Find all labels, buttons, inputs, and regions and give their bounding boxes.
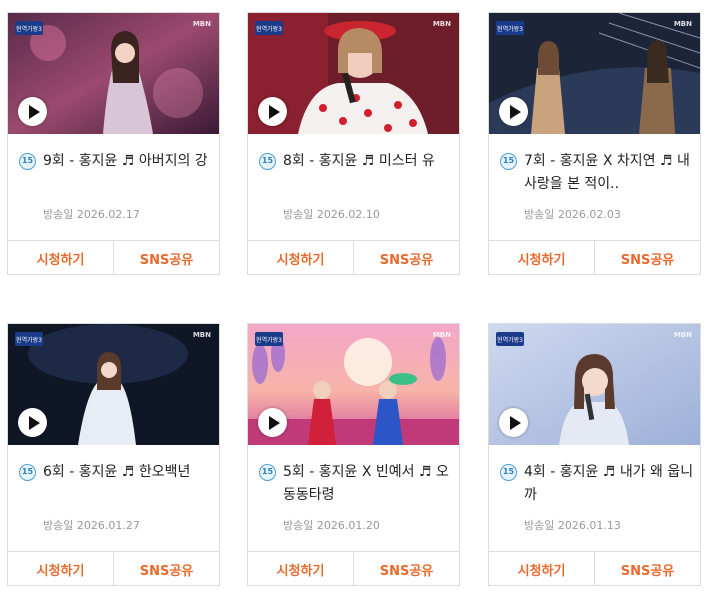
card-actions: 시청하기 SNS공유 xyxy=(8,551,219,586)
play-button[interactable] xyxy=(258,408,287,437)
svg-text:현역가왕3: 현역가왕3 xyxy=(16,25,42,33)
card-actions: 시청하기 SNS공유 xyxy=(248,240,459,275)
episode-card: 현역가왕3 MBN 15 8회 - 홍지윤 ♬ 미스터 유 방송일 2026.0… xyxy=(247,12,460,275)
age-rating-badge: 15 xyxy=(500,153,517,170)
age-rating-badge: 15 xyxy=(19,153,36,170)
svg-text:현역가왕3: 현역가왕3 xyxy=(256,336,282,344)
episode-title[interactable]: 9회 - 홍지윤 ♬ 아버지의 강 xyxy=(43,150,213,173)
sns-share-button[interactable]: SNS공유 xyxy=(594,241,700,275)
watch-button[interactable]: 시청하기 xyxy=(489,552,594,586)
episode-card: 현역가왕3 MBN 15 5회 - 홍지윤 X 빈예서 ♬ 오동동타령 방송일 … xyxy=(247,323,460,586)
episode-title[interactable]: 7회 - 홍지윤 X 차지연 ♬ 내 사랑을 본 적이.. xyxy=(524,150,694,196)
play-button[interactable] xyxy=(18,408,47,437)
show-logo-icon: 현역가왕3 xyxy=(15,21,43,35)
episode-card: 현역가왕3 MBN 15 4회 - 홍지윤 ♬ 내가 왜 웁니까 방송일 202… xyxy=(488,323,701,586)
show-logo-icon: 현역가왕3 xyxy=(15,332,43,346)
play-button[interactable] xyxy=(499,97,528,126)
broadcast-date: 방송일 2026.02.17 xyxy=(43,208,140,221)
sns-share-button[interactable]: SNS공유 xyxy=(113,241,219,275)
episode-card: 현역가왕3 MBN 15 6회 - 홍지윤 ♬ 한오백년 방송일 2026.01… xyxy=(7,323,220,586)
broadcast-date: 방송일 2026.01.20 xyxy=(283,519,380,532)
play-button[interactable] xyxy=(499,408,528,437)
video-thumbnail[interactable]: 현역가왕3 MBN xyxy=(8,13,219,134)
episode-title[interactable]: 5회 - 홍지윤 X 빈예서 ♬ 오동동타령 xyxy=(283,461,453,507)
watch-button[interactable]: 시청하기 xyxy=(489,241,594,275)
show-logo-icon: 현역가왕3 xyxy=(496,332,524,346)
episode-title[interactable]: 8회 - 홍지윤 ♬ 미스터 유 xyxy=(283,150,453,173)
video-thumbnail[interactable]: 현역가왕3 MBN xyxy=(8,324,219,445)
episode-card: 현역가왕3 MBN 15 9회 - 홍지윤 ♬ 아버지의 강 방송일 2026.… xyxy=(7,12,220,275)
watch-button[interactable]: 시청하기 xyxy=(248,241,353,275)
episode-title[interactable]: 4회 - 홍지윤 ♬ 내가 왜 웁니까 xyxy=(524,461,694,507)
video-thumbnail[interactable]: 현역가왕3 MBN xyxy=(248,13,459,134)
episode-title[interactable]: 6회 - 홍지윤 ♬ 한오백년 xyxy=(43,461,213,484)
svg-text:현역가왕3: 현역가왕3 xyxy=(256,25,282,33)
sns-share-button[interactable]: SNS공유 xyxy=(353,552,459,586)
watch-button[interactable]: 시청하기 xyxy=(8,552,113,586)
show-logo-icon: 현역가왕3 xyxy=(496,21,524,35)
show-logo-icon: 현역가왕3 xyxy=(255,332,283,346)
broadcast-date: 방송일 2026.02.10 xyxy=(283,208,380,221)
age-rating-badge: 15 xyxy=(259,153,276,170)
channel-logo: MBN xyxy=(432,331,451,339)
card-actions: 시청하기 SNS공유 xyxy=(248,551,459,586)
sns-share-button[interactable]: SNS공유 xyxy=(594,552,700,586)
channel-logo: MBN xyxy=(432,20,451,28)
svg-text:현역가왕3: 현역가왕3 xyxy=(497,25,523,33)
watch-button[interactable]: 시청하기 xyxy=(248,552,353,586)
channel-logo: MBN xyxy=(673,20,692,28)
video-thumbnail[interactable]: 현역가왕3 MBN xyxy=(489,324,700,445)
age-rating-badge: 15 xyxy=(259,464,276,481)
card-actions: 시청하기 SNS공유 xyxy=(489,551,700,586)
broadcast-date: 방송일 2026.01.13 xyxy=(524,519,621,532)
channel-logo: MBN xyxy=(192,20,211,28)
age-rating-badge: 15 xyxy=(19,464,36,481)
age-rating-badge: 15 xyxy=(500,464,517,481)
broadcast-date: 방송일 2026.01.27 xyxy=(43,519,140,532)
broadcast-date: 방송일 2026.02.03 xyxy=(524,208,621,221)
svg-text:현역가왕3: 현역가왕3 xyxy=(497,336,523,344)
sns-share-button[interactable]: SNS공유 xyxy=(113,552,219,586)
show-logo-icon: 현역가왕3 xyxy=(255,21,283,35)
watch-button[interactable]: 시청하기 xyxy=(8,241,113,275)
play-button[interactable] xyxy=(258,97,287,126)
channel-logo: MBN xyxy=(673,331,692,339)
video-thumbnail[interactable]: 현역가왕3 MBN xyxy=(489,13,700,134)
svg-text:현역가왕3: 현역가왕3 xyxy=(16,336,42,344)
channel-logo: MBN xyxy=(192,331,211,339)
card-actions: 시청하기 SNS공유 xyxy=(489,240,700,275)
play-button[interactable] xyxy=(18,97,47,126)
episode-card: 현역가왕3 MBN 15 7회 - 홍지윤 X 차지연 ♬ 내 사랑을 본 적이… xyxy=(488,12,701,275)
sns-share-button[interactable]: SNS공유 xyxy=(353,241,459,275)
video-thumbnail[interactable]: 현역가왕3 MBN xyxy=(248,324,459,445)
card-actions: 시청하기 SNS공유 xyxy=(8,240,219,275)
